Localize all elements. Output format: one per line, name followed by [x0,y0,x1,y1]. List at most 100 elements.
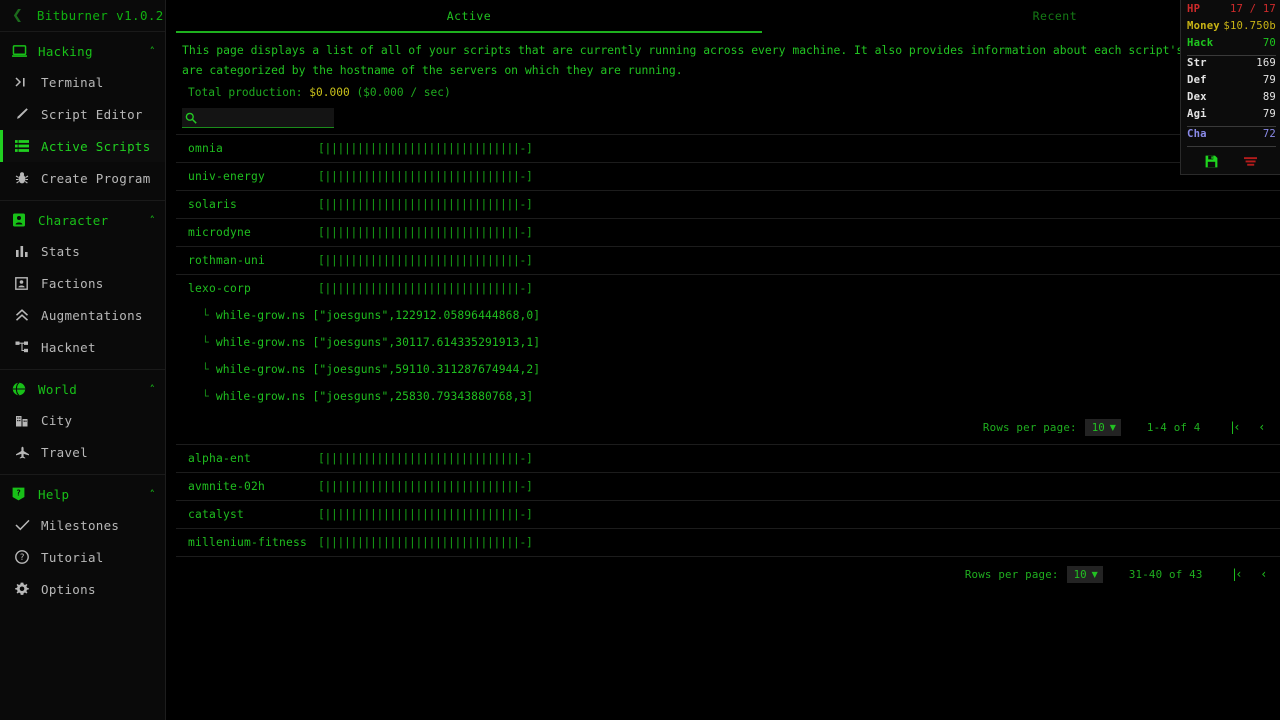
stats-divider [1187,146,1276,147]
script-args: ["joesguns",59110.311287674944,2] [312,363,541,376]
table-row[interactable]: solaris [||||||||||||||||||||||||||||||-… [176,190,1280,218]
stat-def: Def 79 [1187,74,1276,91]
sidebar-group-hacking: Hacking ˄ Terminal Script Editor Active … [0,32,165,201]
table-row[interactable]: avmnite-02h [|||||||||||||||||||||||||||… [176,472,1280,500]
script-entry: └ while-grow.ns ["joesguns",59110.311287… [202,363,1280,376]
pencil-icon [15,107,37,121]
total-production-label: Total production: [188,86,303,99]
server-ram-bar: [||||||||||||||||||||||||||||||-] [318,536,533,549]
sidebar-item-milestones[interactable]: Milestones [0,509,165,541]
script-args: ["joesguns",30117.614335291913,1] [312,336,541,349]
sidebar-group-help: ? Help ˄ Milestones ? Tutorial Options [0,475,165,611]
list-item[interactable]: └ while-grow.ns ["joesguns",30117.614335… [176,329,1280,356]
sidebar-category-character[interactable]: Character ˄ [0,205,165,235]
rows-per-page-select[interactable]: 10 ▼ [1084,418,1121,436]
prev-page-button[interactable]: ‹ [1259,420,1264,434]
sidebar-item-tutorial[interactable]: ? Tutorial [0,541,165,573]
stat-cha: Cha 72 [1187,128,1276,145]
tree-branch-glyph: └ [202,309,209,322]
list-item[interactable]: └ while-grow.ns ["joesguns",122912.05896… [176,302,1280,329]
sidebar-item-label: Script Editor [41,106,143,122]
sidebar-category-hacking[interactable]: Hacking ˄ [0,36,165,66]
table-row-expanded[interactable]: lexo-corp [|||||||||||||||||||||||||||||… [176,274,1280,302]
server-hostname: rothman-uni [188,254,266,267]
stat-value: 17 / 17 [1229,3,1276,15]
save-floppy-icon[interactable] [1205,155,1218,168]
sidebar-item-label: Augmentations [41,307,143,323]
chevron-up-icon[interactable]: ˄ [150,45,156,58]
chevron-up-icon[interactable]: ˄ [150,214,156,227]
sidebar-item-travel[interactable]: Travel [0,436,165,468]
stat-label: Hack [1187,37,1214,49]
sidebar-item-augmentations[interactable]: Augmentations [0,299,165,331]
table-row[interactable]: alpha-ent [|||||||||||||||||||||||||||||… [176,444,1280,472]
total-production-rate: ($0.000 / sec) [356,86,451,99]
sidebar-item-label: Terminal [41,74,104,90]
sidebar-item-label: Stats [41,243,81,259]
tree-branch-glyph: └ [202,363,209,376]
sidebar-item-hacknet[interactable]: Hacknet [0,331,165,363]
table-row[interactable]: catalyst [||||||||||||||||||||||||||||||… [176,500,1280,528]
stat-value: 70 [1262,37,1276,49]
page-description-line-2: are categorized by the hostname of the s… [182,63,683,77]
server-hostname: univ-energy [188,170,266,183]
script-args: ["joesguns",25830.79343880768,3] [312,390,534,403]
active-scripts-table: omnia [||||||||||||||||||||||||||||||-] … [176,134,1280,591]
sidebar-category-label: World [38,381,78,397]
sidebar-item-label: Create Program [41,170,151,186]
chevron-down-icon: ▼ [1109,422,1116,432]
sidebar-header: ❮ Bitburner v1.0.2 [0,0,165,32]
tree-branch-glyph: └ [202,390,209,403]
table-row[interactable]: univ-energy [|||||||||||||||||||||||||||… [176,162,1280,190]
double-chevron-up-icon [15,308,37,322]
sidebar-item-options[interactable]: Options [0,573,165,605]
list-item[interactable]: └ while-grow.ns ["joesguns",59110.311287… [176,356,1280,383]
rows-per-page-select[interactable]: 10 ▼ [1066,565,1103,583]
table-row[interactable]: rothman-uni [|||||||||||||||||||||||||||… [176,246,1280,274]
search-box[interactable] [182,108,348,128]
server-ram-bar: [||||||||||||||||||||||||||||||-] [318,452,533,465]
sidebar-item-active-scripts[interactable]: Active Scripts [0,130,165,162]
stat-value: 89 [1262,91,1276,103]
airplane-icon [15,446,37,459]
server-hostname: microdyne [188,226,252,239]
rows-per-page-value: 10 [1073,567,1087,581]
server-hostname: avmnite-02h [188,480,266,493]
list-item[interactable]: └ while-grow.ns ["joesguns",25830.793438… [176,383,1280,410]
laptop-icon [12,44,34,58]
chevron-left-icon[interactable]: ❮ [12,9,23,22]
sidebar-item-city[interactable]: City [0,404,165,436]
script-entry: └ while-grow.ns ["joesguns",25830.793438… [202,390,1280,403]
table-row[interactable]: omnia [||||||||||||||||||||||||||||||-] … [176,134,1280,162]
sidebar-item-stats[interactable]: Stats [0,235,165,267]
fast-forward-icon[interactable] [1243,156,1258,167]
pagination-range: 1-4 of 4 [1146,420,1201,434]
table-row[interactable]: millenium-fitness [|||||||||||||||||||||… [176,528,1280,556]
first-page-button[interactable]: |‹ [1231,420,1240,434]
prev-page-button[interactable]: ‹ [1261,567,1266,581]
search-input[interactable] [197,108,348,127]
sidebar-item-terminal[interactable]: Terminal [0,66,165,98]
check-icon [15,519,37,531]
sidebar-item-factions[interactable]: Factions [0,267,165,299]
sidebar-item-create-program[interactable]: Create Program [0,162,165,194]
table-row[interactable]: microdyne [|||||||||||||||||||||||||||||… [176,218,1280,246]
sidebar-group-world: World ˄ City Travel [0,370,165,475]
sidebar-item-label: Active Scripts [41,138,151,154]
sidebar-item-script-editor[interactable]: Script Editor [0,98,165,130]
first-page-button[interactable]: |‹ [1233,567,1242,581]
tree-branch-glyph: └ [202,336,209,349]
stat-value: $10.750b [1223,20,1276,32]
person-badge-icon [12,213,34,227]
chevron-up-icon[interactable]: ˄ [150,383,156,396]
total-production: Total production: $0.000 ($0.000 / sec) [176,78,1280,99]
rows-per-page-label: Rows per page: [964,567,1059,581]
sidebar-category-help[interactable]: ? Help ˄ [0,479,165,509]
globe-icon [12,382,34,396]
network-icon [15,341,37,353]
sidebar-category-world[interactable]: World ˄ [0,374,165,404]
stat-label: Str [1187,57,1207,69]
inner-pagination: Rows per page: 10 ▼ 1-4 of 4 |‹ ‹ › ›| [176,410,1280,444]
chevron-up-icon[interactable]: ˄ [150,488,156,501]
sidebar-category-label: Character [38,212,109,228]
